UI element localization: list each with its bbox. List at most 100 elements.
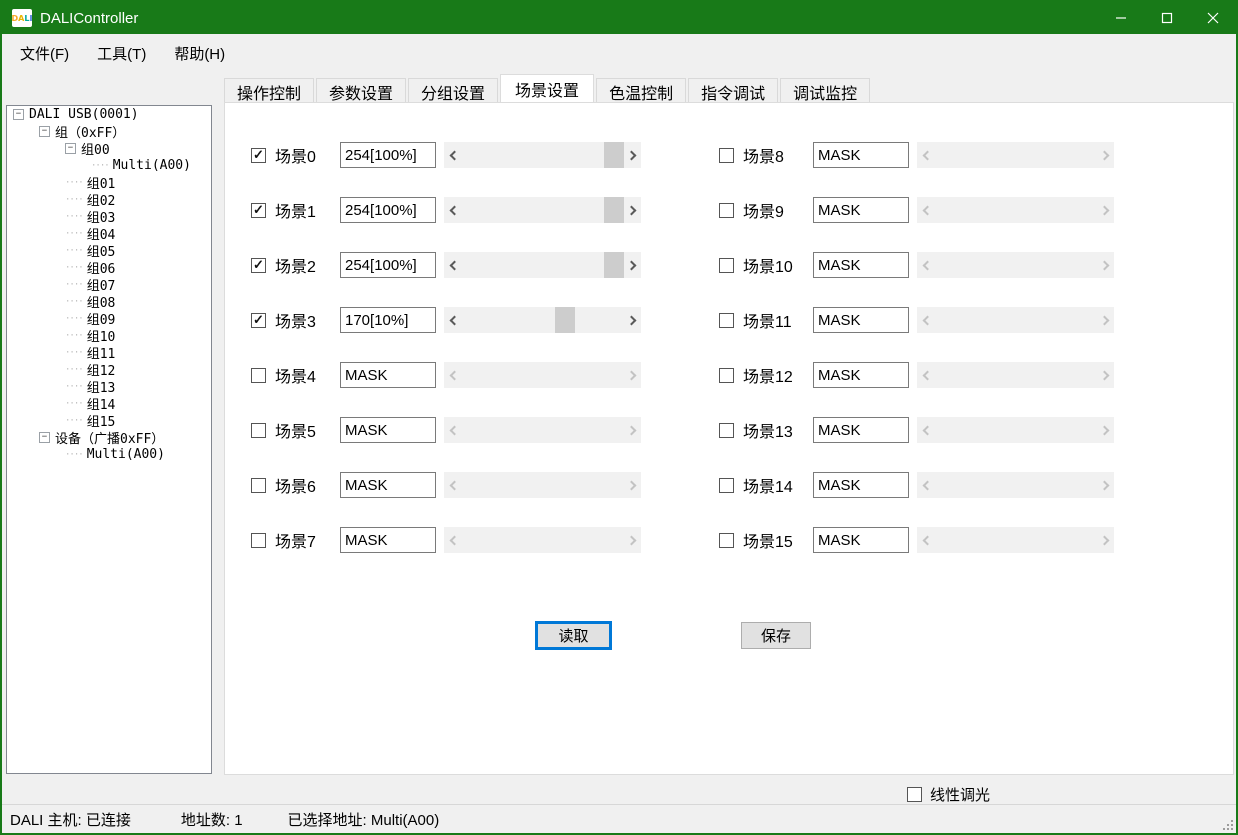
tree-item[interactable]: ····组03 (7, 208, 211, 225)
scene-value-input[interactable] (340, 142, 436, 168)
tab-4[interactable]: 色温控制 (596, 78, 686, 102)
slider-left-arrow-icon (917, 417, 934, 443)
scene-checkbox[interactable] (719, 423, 734, 438)
minimize-button[interactable] (1098, 2, 1144, 34)
resize-grip-icon[interactable] (1221, 818, 1233, 830)
tree-expander-icon[interactable]: − (39, 126, 50, 137)
tab-5[interactable]: 指令调试 (688, 78, 778, 102)
tree-item[interactable]: ····组02 (7, 191, 211, 208)
tree-item[interactable]: ····组15 (7, 412, 211, 429)
menu-item-0[interactable]: 文件(F) (6, 37, 83, 70)
tree-item[interactable]: −组（0xFF） (7, 123, 211, 140)
tab-2[interactable]: 分组设置 (408, 78, 498, 102)
tab-3[interactable]: 场景设置 (500, 74, 594, 102)
slider-thumb[interactable] (604, 197, 624, 223)
scene-checkbox[interactable] (251, 533, 266, 548)
tree-item[interactable]: ····组11 (7, 344, 211, 361)
tree-connector: ···· (65, 365, 83, 375)
scene-checkbox[interactable] (251, 368, 266, 383)
scene-value-input[interactable] (340, 362, 436, 388)
close-button[interactable] (1190, 2, 1236, 34)
slider-left-arrow-icon[interactable] (444, 142, 461, 168)
scene-value-input[interactable] (813, 142, 909, 168)
slider-right-arrow-icon[interactable] (624, 307, 641, 333)
scene-checkbox[interactable] (719, 533, 734, 548)
tree-item[interactable]: ····组10 (7, 327, 211, 344)
status-host: DALI 主机: 已连接 (10, 809, 131, 830)
scene-value-input[interactable] (340, 417, 436, 443)
tree-connector: ···· (65, 246, 83, 256)
scene-checkbox[interactable] (251, 258, 266, 273)
scene-value-input[interactable] (813, 252, 909, 278)
scene-value-input[interactable] (340, 197, 436, 223)
tree-expander-icon[interactable]: − (65, 143, 76, 154)
status-selected-address: 已选择地址: Multi(A00) (288, 809, 440, 830)
scene-label: 场景6 (275, 473, 316, 497)
scene-value-input[interactable] (340, 307, 436, 333)
scene-value-input[interactable] (813, 197, 909, 223)
scene-value-input[interactable] (813, 307, 909, 333)
tree-item[interactable]: −组00 (7, 140, 211, 157)
scene-checkbox[interactable] (719, 258, 734, 273)
tree-item[interactable]: ····Multi(A00) (7, 446, 211, 463)
scene-slider (444, 362, 641, 388)
scene-checkbox[interactable] (251, 313, 266, 328)
scene-slider[interactable] (444, 252, 641, 278)
tree-item[interactable]: −DALI USB(0001) (7, 106, 211, 123)
tree-item[interactable]: ····组13 (7, 378, 211, 395)
slider-thumb[interactable] (555, 307, 575, 333)
tree-item[interactable]: ····组04 (7, 225, 211, 242)
scene-checkbox[interactable] (251, 423, 266, 438)
scene-checkbox[interactable] (719, 203, 734, 218)
scene-checkbox[interactable] (251, 203, 266, 218)
tree-item[interactable]: −设备（广播0xFF） (7, 429, 211, 446)
scene-checkbox[interactable] (251, 478, 266, 493)
scene-value-input[interactable] (813, 527, 909, 553)
tree-item[interactable]: ····组01 (7, 174, 211, 191)
scene-value-input[interactable] (813, 362, 909, 388)
tree-expander-icon[interactable]: − (13, 109, 24, 120)
menu-item-1[interactable]: 工具(T) (83, 37, 160, 70)
tree-item[interactable]: ····组05 (7, 242, 211, 259)
maximize-button[interactable] (1144, 2, 1190, 34)
slider-right-arrow-icon[interactable] (624, 252, 641, 278)
tab-1[interactable]: 参数设置 (316, 78, 406, 102)
scene-value-input[interactable] (340, 472, 436, 498)
slider-right-arrow-icon (1097, 417, 1114, 443)
slider-left-arrow-icon[interactable] (444, 252, 461, 278)
slider-right-arrow-icon[interactable] (624, 197, 641, 223)
scene-checkbox[interactable] (719, 313, 734, 328)
scene-value-input[interactable] (340, 252, 436, 278)
scene-value-input[interactable] (340, 527, 436, 553)
tab-6[interactable]: 调试监控 (780, 78, 870, 102)
scene-checkbox[interactable] (719, 368, 734, 383)
scene-slider (917, 417, 1114, 443)
save-button[interactable]: 保存 (741, 622, 811, 649)
slider-right-arrow-icon[interactable] (624, 142, 641, 168)
tree-item[interactable]: ····组08 (7, 293, 211, 310)
tree-item[interactable]: ····组06 (7, 259, 211, 276)
linear-dimming-checkbox[interactable] (907, 787, 922, 802)
tree-item[interactable]: ····Multi(A00) (7, 157, 211, 174)
scene-value-input[interactable] (813, 417, 909, 443)
tree-item[interactable]: ····组09 (7, 310, 211, 327)
slider-left-arrow-icon[interactable] (444, 197, 461, 223)
slider-thumb[interactable] (604, 252, 624, 278)
slider-left-arrow-icon[interactable] (444, 307, 461, 333)
tree-expander-icon[interactable]: − (39, 432, 50, 443)
scene-label: 场景7 (275, 528, 316, 552)
scene-checkbox[interactable] (719, 148, 734, 163)
scene-slider[interactable] (444, 197, 641, 223)
scene-checkbox[interactable] (719, 478, 734, 493)
tree-item[interactable]: ····组07 (7, 276, 211, 293)
slider-thumb[interactable] (604, 142, 624, 168)
scene-slider[interactable] (444, 307, 641, 333)
read-button[interactable]: 读取 (536, 622, 611, 649)
scene-slider[interactable] (444, 142, 641, 168)
scene-checkbox[interactable] (251, 148, 266, 163)
tab-0[interactable]: 操作控制 (224, 78, 314, 102)
scene-value-input[interactable] (813, 472, 909, 498)
tree-item[interactable]: ····组14 (7, 395, 211, 412)
tree-item[interactable]: ····组12 (7, 361, 211, 378)
menu-item-2[interactable]: 帮助(H) (160, 37, 239, 70)
